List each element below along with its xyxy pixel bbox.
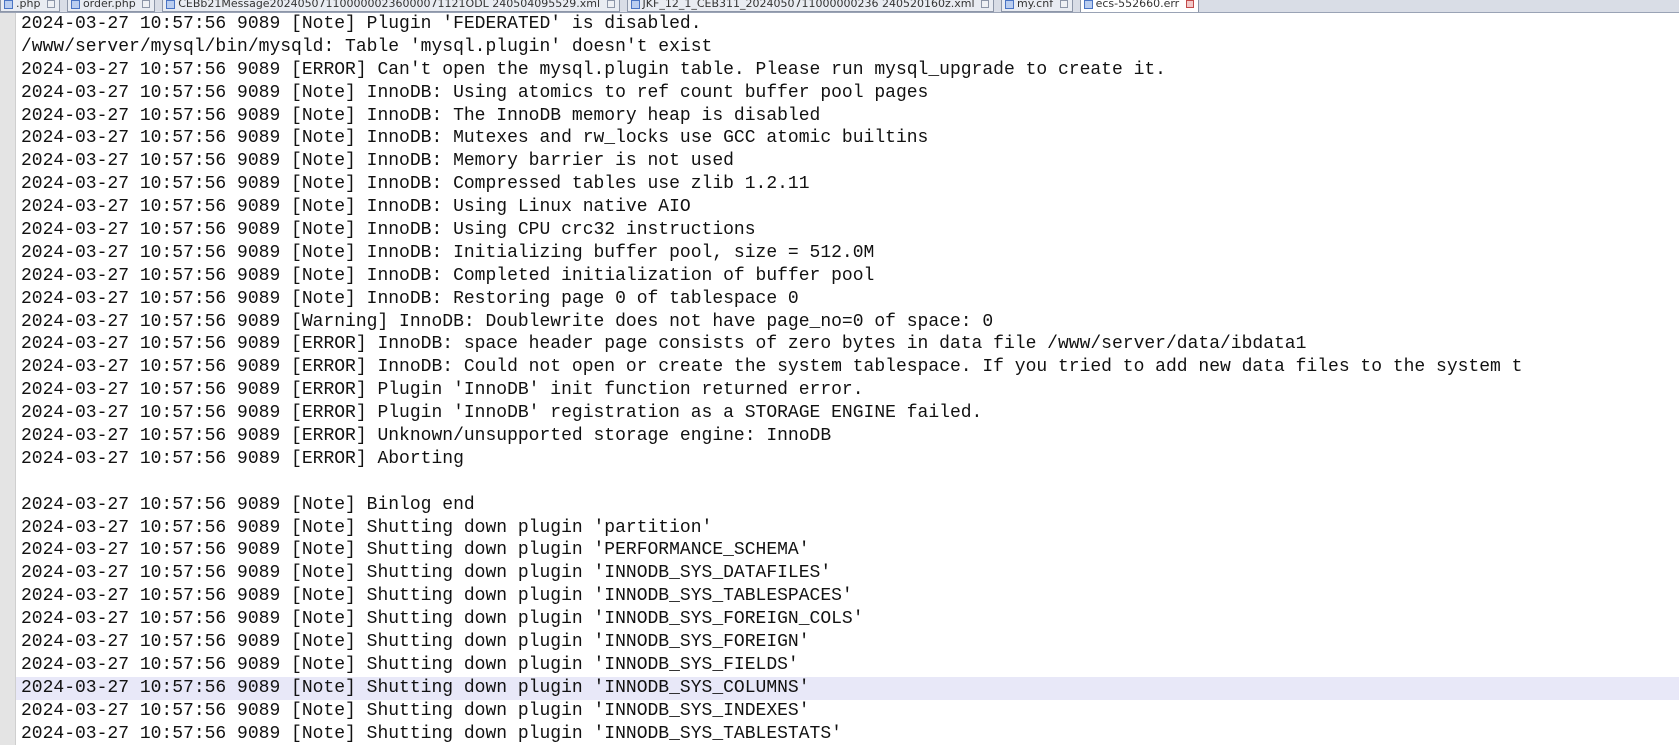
file-icon <box>630 0 640 9</box>
log-line[interactable]: 2024-03-27 10:57:56 9089 [Note] Shutting… <box>16 631 1679 654</box>
close-icon[interactable] <box>981 0 990 8</box>
close-icon[interactable] <box>606 0 615 8</box>
document-tab-bar: .php order.php CEBb21Message202405071100… <box>0 0 1679 13</box>
log-line[interactable]: 2024-03-27 10:57:56 9089 [Note] InnoDB: … <box>16 219 1679 242</box>
tab-label: JKF_12_1_CEB311_2024050711000000236 2405… <box>642 0 975 10</box>
tab-label: my.cnf <box>1017 0 1054 10</box>
file-icon <box>1083 0 1093 9</box>
log-line[interactable]: 2024-03-27 10:57:56 9089 [Note] InnoDB: … <box>16 82 1679 105</box>
close-icon[interactable] <box>1059 0 1068 8</box>
file-icon <box>166 0 176 9</box>
current-log-line[interactable]: 2024-03-27 10:57:56 9089 [Note] Shutting… <box>16 676 1679 700</box>
document-tab[interactable]: .php <box>0 0 60 12</box>
document-tab[interactable]: my.cnf <box>1001 0 1073 12</box>
log-line[interactable]: 2024-03-27 10:57:56 9089 [ERROR] Can't o… <box>16 59 1679 82</box>
log-line[interactable]: 2024-03-27 10:57:56 9089 [ERROR] Plugin … <box>16 402 1679 425</box>
log-line[interactable]: 2024-03-27 10:57:56 9089 [Note] Shutting… <box>16 562 1679 585</box>
log-line[interactable]: 2024-03-27 10:57:56 9089 [Note] Shutting… <box>16 700 1679 723</box>
log-line[interactable]: 2024-03-27 10:57:56 9089 [ERROR] Unknown… <box>16 425 1679 448</box>
log-line[interactable]: 2024-03-27 10:57:56 9089 [ERROR] InnoDB:… <box>16 333 1679 356</box>
log-line[interactable] <box>16 471 1679 494</box>
log-line[interactable]: 2024-03-27 10:57:56 9089 [Note] Shutting… <box>16 517 1679 540</box>
log-line[interactable]: 2024-03-27 10:57:56 9089 [Note] InnoDB: … <box>16 127 1679 150</box>
log-line[interactable]: 2024-03-27 10:57:56 9089 [Note] InnoDB: … <box>16 196 1679 219</box>
log-line[interactable]: /www/server/mysql/bin/mysqld: Table 'mys… <box>16 36 1679 59</box>
editor-gutter[interactable] <box>0 13 16 745</box>
log-line[interactable]: 2024-03-27 10:57:56 9089 [Note] Shutting… <box>16 585 1679 608</box>
log-line[interactable]: 2024-03-27 10:57:56 9089 [Note] InnoDB: … <box>16 105 1679 128</box>
log-line[interactable]: 2024-03-27 10:57:56 9089 [ERROR] InnoDB:… <box>16 356 1679 379</box>
log-line[interactable]: 2024-03-27 10:57:56 9089 [Note] Shutting… <box>16 539 1679 562</box>
file-icon <box>4 0 13 9</box>
tab-label: order.php <box>82 0 136 10</box>
log-line[interactable]: 2024-03-27 10:57:56 9089 [ERROR] Abortin… <box>16 448 1679 471</box>
log-line[interactable]: 2024-03-27 10:57:56 9089 [Note] InnoDB: … <box>16 288 1679 311</box>
tab-label: CEBb21Message202405071100000023600007112… <box>178 0 601 10</box>
close-icon[interactable] <box>46 0 55 8</box>
file-icon <box>70 0 80 9</box>
document-tab[interactable]: CEBb21Message202405071100000023600007112… <box>162 0 620 12</box>
log-line[interactable]: 2024-03-27 10:57:56 9089 [Note] Shutting… <box>16 608 1679 631</box>
close-icon[interactable] <box>1185 0 1194 8</box>
tab-label: ecs-552660.err <box>1095 0 1180 10</box>
log-line[interactable]: 2024-03-27 10:57:56 9089 [Note] Shutting… <box>16 723 1679 745</box>
log-line[interactable]: 2024-03-27 10:57:56 9089 [Warning] InnoD… <box>16 311 1679 334</box>
log-line[interactable]: 2024-03-27 10:57:56 9089 [Note] Shutting… <box>16 654 1679 677</box>
log-line[interactable]: 2024-03-27 10:57:56 9089 [Note] InnoDB: … <box>16 242 1679 265</box>
text-editor[interactable]: 2024-03-27 10:57:56 9089 [Note] Plugin '… <box>16 13 1679 745</box>
file-icon <box>1005 0 1015 9</box>
close-icon[interactable] <box>142 0 151 8</box>
document-tab-active[interactable]: ecs-552660.err <box>1079 0 1199 12</box>
log-line[interactable]: 2024-03-27 10:57:56 9089 [Note] InnoDB: … <box>16 265 1679 288</box>
tab-label: .php <box>16 0 41 10</box>
log-line[interactable]: 2024-03-27 10:57:56 9089 [Note] InnoDB: … <box>16 173 1679 196</box>
log-line[interactable]: 2024-03-27 10:57:56 9089 [Note] InnoDB: … <box>16 150 1679 173</box>
document-tab[interactable]: JKF_12_1_CEB311_2024050711000000236 2405… <box>626 0 995 12</box>
log-line[interactable]: 2024-03-27 10:57:56 9089 [Note] Binlog e… <box>16 494 1679 517</box>
log-line[interactable]: 2024-03-27 10:57:56 9089 [ERROR] Plugin … <box>16 379 1679 402</box>
log-line[interactable]: 2024-03-27 10:57:56 9089 [Note] Plugin '… <box>16 13 1679 36</box>
document-tab[interactable]: order.php <box>66 0 156 12</box>
